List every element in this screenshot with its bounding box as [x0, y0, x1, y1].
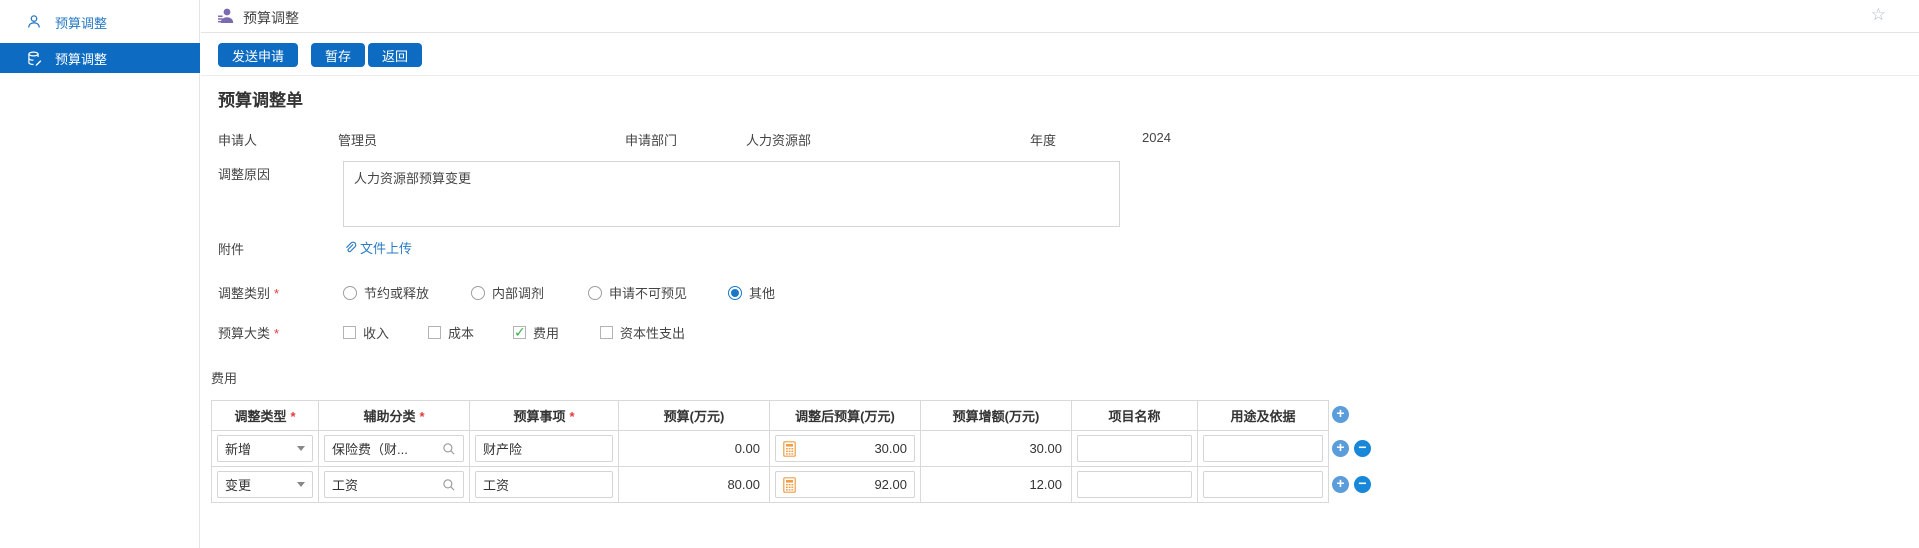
department-value: 人力资源部 — [746, 130, 811, 149]
form-title: 预算调整单 — [218, 86, 303, 111]
back-button[interactable]: 返回 — [368, 43, 422, 67]
table-row: 新增 保险费（财... 财产险 0.00 30.00 30.00 — [212, 431, 1329, 467]
user-icon — [25, 13, 43, 31]
radio-other[interactable]: 其他 — [728, 283, 775, 302]
budget-adjustment-page: 预算调整 预算调整 预算调整 ☆ 发送申请 暂存 返回 预算调整单 申请人 管理… — [0, 0, 1919, 548]
radio-icon-selected — [728, 286, 742, 300]
table-header-row: 调整类型* 辅助分类* 预算事项* 预算(万元) 调整后预算(万元) 预算增额(… — [212, 401, 1329, 431]
row-add-button[interactable]: + — [1332, 440, 1349, 457]
aux-category-lookup-input[interactable]: 工资 — [324, 471, 464, 498]
checkbox-icon-checked — [513, 326, 526, 339]
purpose-input[interactable] — [1203, 471, 1323, 498]
chevron-down-icon — [297, 482, 305, 487]
calculator-icon[interactable] — [783, 477, 796, 493]
checkbox-income[interactable]: 收入 — [343, 323, 389, 342]
file-upload-link[interactable]: 文件上传 — [343, 238, 412, 257]
page-header-title: 预算调整 — [243, 8, 299, 28]
radio-save-or-release[interactable]: 节约或释放 — [343, 283, 429, 302]
sidebar-item-label: 预算调整 — [55, 49, 107, 68]
table-row: 变更 工资 工资 80.00 92.00 12.00 — [212, 467, 1329, 503]
sidebar-item-label: 预算调整 — [55, 13, 107, 32]
row-remove-button[interactable]: − — [1354, 476, 1371, 493]
col-purpose: 用途及依据 — [1198, 401, 1329, 431]
department-label: 申请部门 — [625, 130, 677, 149]
add-row-button[interactable]: + — [1332, 406, 1349, 423]
budget-item-input[interactable]: 财产险 — [475, 435, 613, 462]
aux-category-lookup-input[interactable]: 保险费（财... — [324, 435, 464, 462]
category-label: 调整类别* — [218, 283, 279, 302]
project-name-input[interactable] — [1077, 435, 1192, 462]
budget-class-label: 预算大类* — [218, 323, 279, 342]
file-upload-label: 文件上传 — [360, 238, 412, 257]
budget-item-input[interactable]: 工资 — [475, 471, 613, 498]
adjust-type-dropdown[interactable]: 新增 — [217, 435, 313, 462]
required-asterisk: * — [274, 286, 279, 301]
calculator-icon[interactable] — [783, 441, 796, 457]
row-remove-button[interactable]: − — [1354, 440, 1371, 457]
applicant-label: 申请人 — [218, 130, 257, 149]
col-budget-item: 预算事项* — [470, 401, 619, 431]
sidebar-item-budget-adjustment-active[interactable]: 预算调整 — [0, 43, 200, 73]
favorite-star-icon[interactable]: ☆ — [1871, 5, 1886, 25]
user-purple-icon — [216, 6, 236, 29]
send-request-button[interactable]: 发送申请 — [218, 43, 298, 67]
required-asterisk: * — [274, 326, 279, 341]
col-budget-increase: 预算增额(万元) — [921, 401, 1072, 431]
content-header: 预算调整 ☆ — [201, 0, 1919, 33]
expense-table: 调整类型* 辅助分类* 预算事项* 预算(万元) 调整后预算(万元) 预算增额(… — [211, 400, 1329, 503]
adjusted-budget-input[interactable]: 92.00 — [775, 471, 915, 498]
reason-label: 调整原因 — [218, 164, 270, 183]
radio-internal-transfer[interactable]: 内部调剂 — [471, 283, 544, 302]
budget-value: 0.00 — [619, 431, 770, 467]
radio-unforeseen[interactable]: 申请不可预见 — [588, 283, 687, 302]
sidebar: 预算调整 预算调整 — [0, 0, 200, 548]
checkbox-icon — [343, 326, 356, 339]
ledger-icon — [25, 49, 43, 67]
checkbox-icon — [600, 326, 613, 339]
purpose-input[interactable] — [1203, 435, 1323, 462]
row-add-button[interactable]: + — [1332, 476, 1349, 493]
search-icon[interactable] — [442, 442, 456, 456]
attachment-label: 附件 — [218, 239, 244, 258]
year-value: 2024 — [1142, 130, 1171, 145]
project-name-input[interactable] — [1077, 471, 1192, 498]
col-aux-category: 辅助分类* — [319, 401, 470, 431]
sidebar-item-budget-adjustment[interactable]: 预算调整 — [0, 7, 200, 37]
radio-icon — [471, 286, 485, 300]
expense-section-title: 费用 — [211, 368, 237, 387]
checkbox-icon — [428, 326, 441, 339]
budget-increase-value: 30.00 — [921, 431, 1072, 467]
col-adjust-type: 调整类型* — [212, 401, 319, 431]
checkbox-cost[interactable]: 成本 — [428, 323, 474, 342]
budget-value: 80.00 — [619, 467, 770, 503]
radio-icon — [343, 286, 357, 300]
reason-textarea[interactable]: 人力资源部预算变更 — [343, 161, 1120, 227]
checkbox-capital-expenditure[interactable]: 资本性支出 — [600, 323, 685, 342]
chevron-down-icon — [297, 446, 305, 451]
checkbox-expense[interactable]: 费用 — [513, 323, 559, 342]
radio-icon — [588, 286, 602, 300]
adjust-type-dropdown[interactable]: 变更 — [217, 471, 313, 498]
search-icon[interactable] — [442, 478, 456, 492]
col-budget: 预算(万元) — [619, 401, 770, 431]
toolbar: 发送申请 暂存 返回 — [201, 34, 1919, 76]
save-draft-button[interactable]: 暂存 — [311, 43, 365, 67]
col-adjusted-budget: 调整后预算(万元) — [770, 401, 921, 431]
paperclip-icon — [343, 240, 357, 255]
col-project-name: 项目名称 — [1072, 401, 1198, 431]
adjusted-budget-input[interactable]: 30.00 — [775, 435, 915, 462]
applicant-value: 管理员 — [338, 130, 377, 149]
budget-increase-value: 12.00 — [921, 467, 1072, 503]
year-label: 年度 — [1030, 130, 1056, 149]
